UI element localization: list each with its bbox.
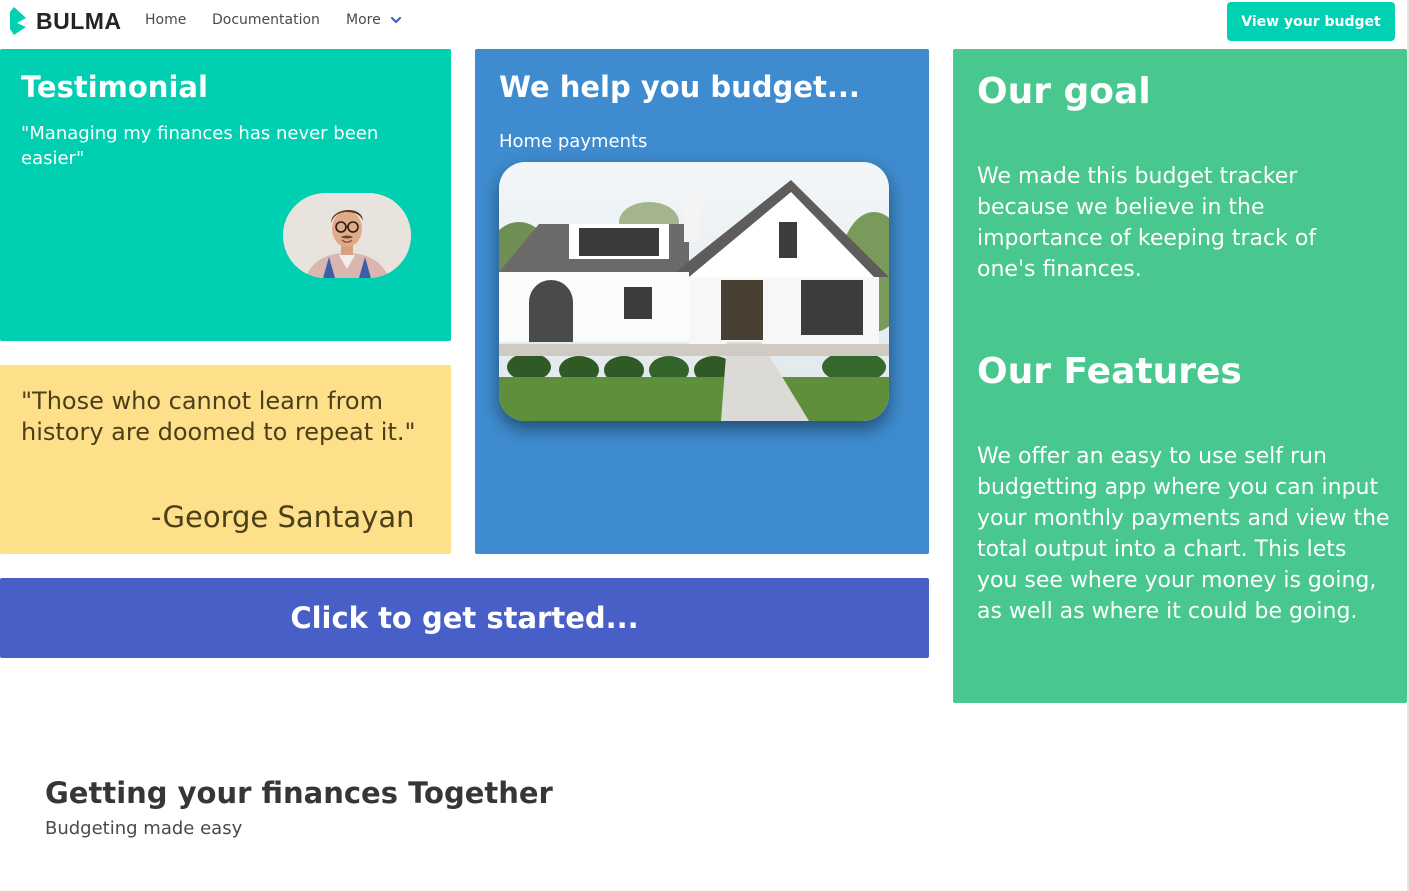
hero-subtitle: Budgeting made easy bbox=[45, 818, 243, 839]
hero-title-bold: Together bbox=[408, 776, 553, 810]
hero-title-plain: Getting your finances bbox=[45, 776, 409, 810]
get-started-button[interactable]: Click to get started... bbox=[0, 578, 929, 658]
brand-logo[interactable]: BULMA bbox=[8, 6, 122, 36]
quote-author: -George Santayan bbox=[151, 500, 415, 534]
testimonial-text: "Managing my finances has never been eas… bbox=[21, 123, 379, 169]
budget-title: We help you budget... bbox=[499, 70, 860, 104]
house-image bbox=[499, 162, 889, 421]
features-text: We offer an easy to use self run budgett… bbox=[977, 444, 1390, 624]
get-started-label: Click to get started... bbox=[290, 601, 639, 635]
testimonial-avatar bbox=[283, 193, 411, 278]
features-title: Our Features bbox=[977, 351, 1242, 392]
view-budget-button[interactable]: View your budget bbox=[1227, 2, 1395, 41]
house-photo bbox=[499, 162, 889, 421]
person-photo bbox=[283, 193, 411, 278]
nav-home[interactable]: Home bbox=[145, 12, 186, 28]
goal-title: Our goal bbox=[977, 71, 1151, 112]
nav-more-label: More bbox=[346, 12, 381, 28]
hero-title: Getting your finances Together bbox=[45, 776, 553, 810]
nav-more-dropdown[interactable]: More bbox=[346, 12, 402, 28]
bulma-logo-icon bbox=[10, 7, 26, 35]
chevron-down-icon bbox=[390, 16, 401, 24]
brand-text: BULMA bbox=[36, 7, 122, 34]
budget-subtitle: Home payments bbox=[499, 131, 648, 152]
quote-text: "Those who cannot learn from history are… bbox=[21, 387, 416, 446]
testimonial-title: Testimonial bbox=[21, 70, 208, 104]
goal-text: We made this budget tracker because we b… bbox=[977, 164, 1317, 282]
nav-documentation[interactable]: Documentation bbox=[212, 12, 320, 28]
navbar: BULMA Home Documentation More View your … bbox=[0, 0, 1409, 44]
